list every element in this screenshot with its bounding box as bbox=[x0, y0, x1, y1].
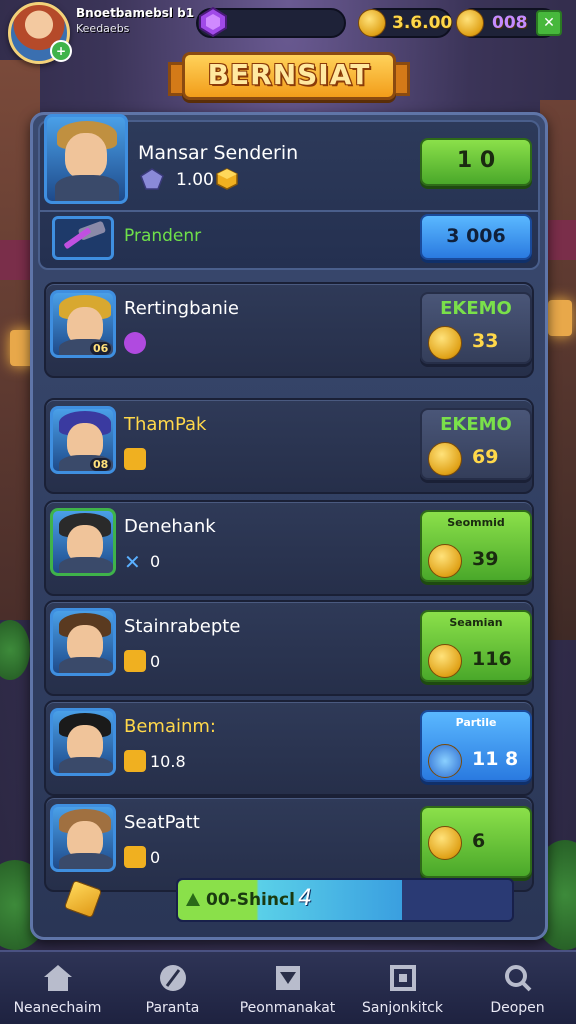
featured-hero-name: Mansar Senderin bbox=[138, 142, 299, 164]
weapon-label: Prandenr bbox=[124, 226, 202, 246]
hero-level-badge: 08 bbox=[90, 458, 112, 471]
background-window bbox=[548, 300, 572, 336]
nav-label: Paranta bbox=[145, 1000, 200, 1016]
purple-gem-icon bbox=[199, 7, 227, 37]
hero-portrait[interactable] bbox=[50, 804, 116, 872]
background-plant bbox=[0, 620, 30, 680]
featured-hero-value: 1.00 bbox=[176, 170, 214, 190]
hero-level-badge: 06 bbox=[90, 342, 112, 355]
hero-button-caption: Partile bbox=[455, 716, 497, 729]
hero-armor bbox=[59, 657, 113, 673]
shield-icon bbox=[428, 744, 462, 778]
feather-icon bbox=[160, 965, 186, 991]
nav-label: Peonmanakat bbox=[239, 1000, 336, 1016]
player-name: Bnoetbamebsl b1 bbox=[76, 6, 195, 20]
hero-name: ThamPak bbox=[124, 414, 207, 435]
top-bar: + Bnoetbamebsl b1 Keedaebs 3.6.00 008 ✕ bbox=[0, 0, 576, 64]
frame-icon bbox=[390, 965, 416, 991]
nav-item-feather[interactable]: Paranta bbox=[115, 952, 230, 1024]
hero-button-caption: EKEMO bbox=[440, 298, 512, 319]
hero-portrait[interactable] bbox=[50, 508, 116, 576]
banner-title: BERNSIAT bbox=[207, 58, 371, 91]
nav-item-frame[interactable]: Sanjonkitck bbox=[345, 952, 460, 1024]
hero-portrait[interactable] bbox=[50, 708, 116, 776]
hero-stat: 10.8 bbox=[150, 752, 186, 771]
hero-button-value: 6 bbox=[472, 830, 486, 852]
hero-button-value: 69 bbox=[472, 446, 499, 468]
featured-primary-button[interactable]: 1 0 bbox=[420, 138, 532, 186]
crossed-swords-icon: ✕ bbox=[124, 550, 141, 574]
hero-button-caption: Seommid bbox=[447, 516, 505, 529]
crystal-icon bbox=[140, 168, 164, 190]
hero-stat: 0 bbox=[150, 552, 161, 571]
hero-name: Stainrabepte bbox=[124, 616, 241, 637]
featured-hero-portrait[interactable] bbox=[44, 114, 128, 204]
pet-icon bbox=[428, 326, 462, 360]
search-icon bbox=[505, 965, 532, 992]
gold-cube-icon bbox=[124, 448, 146, 470]
hero-name: SeatPatt bbox=[124, 812, 200, 833]
hero-name: Denehank bbox=[124, 516, 216, 537]
hammer-icon bbox=[64, 221, 106, 249]
close-icon[interactable]: ✕ bbox=[536, 10, 562, 36]
weapon-upgrade-button[interactable]: 3 006 bbox=[420, 214, 532, 260]
coin-amount: 3.6.00 bbox=[392, 13, 453, 33]
avatar-level-badge: + bbox=[50, 40, 72, 62]
nav-item-shield[interactable]: Peonmanakat bbox=[230, 952, 345, 1024]
hero-stat: 0 bbox=[150, 848, 161, 867]
gem-amount: 008 bbox=[492, 13, 528, 33]
arrow-up-icon bbox=[186, 893, 200, 906]
purple-orb-icon bbox=[124, 332, 146, 354]
pet-icon bbox=[428, 644, 462, 678]
hero-name: Rertingbanie bbox=[124, 298, 240, 319]
gold-cube-icon bbox=[124, 846, 146, 868]
player-subtitle: Keedaebs bbox=[76, 22, 130, 35]
nav-label: Deopen bbox=[490, 1000, 545, 1016]
nav-item-search[interactable]: Deopen bbox=[460, 952, 575, 1024]
gold-coin-icon bbox=[358, 9, 386, 37]
hero-button-caption: EKEMO bbox=[440, 414, 512, 435]
hero-armor bbox=[59, 757, 113, 773]
shield-icon bbox=[276, 966, 300, 990]
hero-stat: 0 bbox=[150, 652, 161, 671]
hero-button-caption: Seamian bbox=[449, 616, 503, 629]
bottom-navigation: Neanechaim Paranta Peonmanakat Sanjonkitck D… bbox=[0, 950, 576, 1024]
pet-icon bbox=[428, 544, 462, 578]
weapon-slot[interactable] bbox=[52, 216, 114, 260]
gold-cube-icon bbox=[216, 168, 238, 190]
home-icon bbox=[44, 965, 72, 991]
gold-coin-icon bbox=[456, 9, 484, 37]
title-banner: BERNSIAT bbox=[168, 48, 410, 106]
pet-icon bbox=[428, 826, 462, 860]
nav-label: Sanjonkitck bbox=[362, 1000, 443, 1016]
hero-button-value: 33 bbox=[472, 330, 499, 352]
pet-icon bbox=[428, 442, 462, 476]
hero-button-value: 39 bbox=[472, 548, 499, 570]
hero-armor bbox=[55, 175, 119, 201]
hero-name: Bemainm: bbox=[124, 716, 216, 737]
gold-cube-icon bbox=[124, 650, 146, 672]
nav-item-home[interactable]: Neanechaim bbox=[0, 952, 115, 1024]
hero-armor bbox=[59, 853, 113, 869]
progress-label: 00-Shincl bbox=[206, 890, 295, 910]
hero-button-value: 116 bbox=[472, 648, 512, 670]
hero-face bbox=[65, 133, 107, 179]
progress-value: 4 bbox=[298, 886, 312, 911]
nav-label: Neanechaim bbox=[13, 1000, 102, 1016]
hero-portrait[interactable] bbox=[50, 608, 116, 676]
hero-armor bbox=[59, 557, 113, 573]
gold-cube-icon bbox=[124, 750, 146, 772]
hero-button-value: 11 8 bbox=[472, 748, 519, 770]
